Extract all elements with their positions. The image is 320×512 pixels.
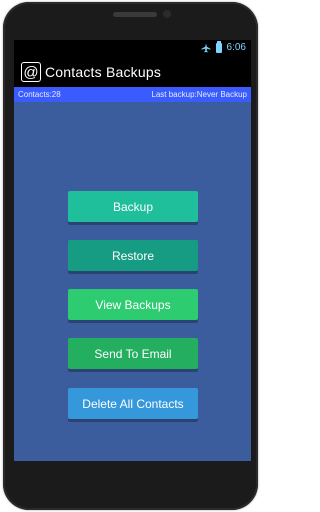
view-backups-button[interactable]: View Backups (68, 289, 198, 320)
last-backup-status: Last backup:Never Backup (151, 90, 247, 99)
contacts-count: Contacts:28 (18, 90, 61, 99)
battery-icon (215, 40, 222, 53)
status-bar: 6:06 (14, 40, 251, 57)
phone-camera (163, 10, 171, 18)
send-to-email-button[interactable]: Send To Email (68, 338, 198, 369)
screen: 6:06 @ Contacts Backups Contacts:28 Last… (14, 40, 251, 461)
delete-all-contacts-button[interactable]: Delete All Contacts (68, 388, 198, 419)
app-title: Contacts Backups (45, 64, 162, 80)
status-time: 6:06 (226, 42, 246, 53)
airplane-icon (201, 43, 211, 52)
phone-speaker (113, 12, 157, 17)
restore-button[interactable]: Restore (68, 240, 198, 271)
app-bar: @ Contacts Backups (14, 57, 251, 87)
backup-button[interactable]: Backup (68, 191, 198, 222)
at-sign-icon: @ (21, 62, 41, 82)
info-bar: Contacts:28 Last backup:Never Backup (14, 87, 251, 102)
main-content: Backup Restore View Backups Send To Emai… (14, 102, 251, 461)
status-icons: 6:06 (201, 40, 246, 53)
phone-frame: 6:06 @ Contacts Backups Contacts:28 Last… (3, 2, 258, 510)
